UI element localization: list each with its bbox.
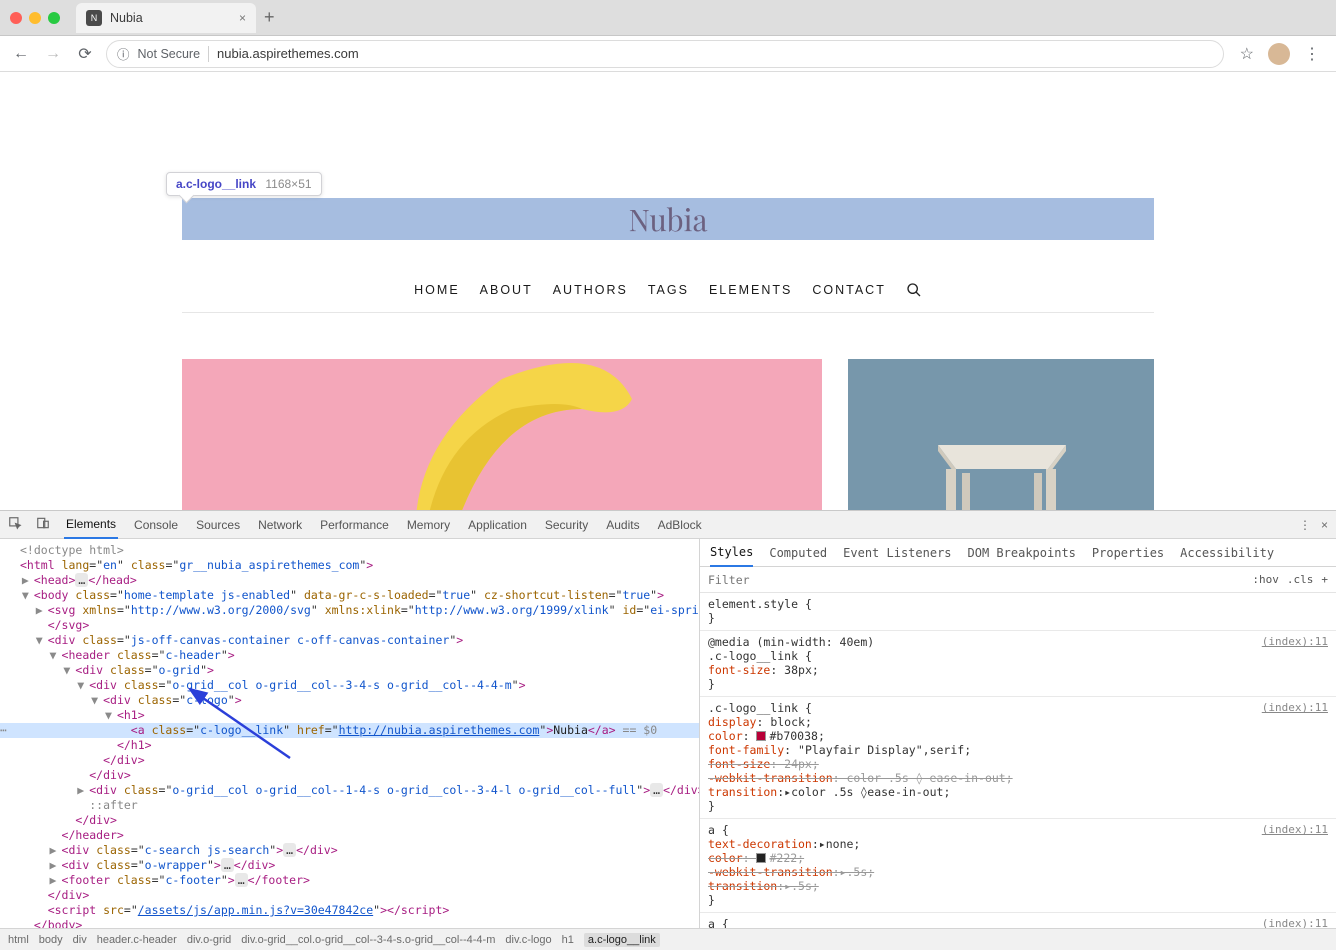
minimize-window-button[interactable] xyxy=(29,12,41,24)
breadcrumb-item[interactable]: a.c-logo__link xyxy=(584,933,660,947)
breadcrumb-item[interactable]: div.c-logo xyxy=(505,934,551,946)
devtools-menu-icon[interactable]: ⋮ xyxy=(1299,518,1311,532)
traffic-lights xyxy=(10,12,60,24)
tab-console[interactable]: Console xyxy=(132,511,180,539)
tooltip-selector: a.c-logo__link xyxy=(176,177,256,191)
tab-performance[interactable]: Performance xyxy=(318,511,391,539)
tab-audits[interactable]: Audits xyxy=(604,511,641,539)
nav-authors[interactable]: AUTHORS xyxy=(553,283,628,297)
cls-toggle[interactable]: .cls xyxy=(1287,573,1314,586)
nav-about[interactable]: ABOUT xyxy=(480,283,533,297)
bookmark-icon[interactable]: ☆ xyxy=(1240,44,1254,64)
forward-button[interactable]: → xyxy=(42,45,64,63)
inspect-element-icon[interactable] xyxy=(8,516,22,533)
site-logo: Nubia xyxy=(629,199,708,239)
styles-tab-listeners[interactable]: Event Listeners xyxy=(843,546,951,560)
tab-title: Nubia xyxy=(110,11,231,25)
tab-application[interactable]: Application xyxy=(466,511,529,539)
window-titlebar: N Nubia × + xyxy=(0,0,1336,36)
browser-menu-icon[interactable]: ⋮ xyxy=(1304,44,1320,64)
primary-nav: HOME ABOUT AUTHORS TAGS ELEMENTS CONTACT xyxy=(0,282,1336,298)
breadcrumb-item[interactable]: div.o-grid__col.o-grid__col--3-4-s.o-gri… xyxy=(241,934,495,946)
close-window-button[interactable] xyxy=(10,12,22,24)
tab-security[interactable]: Security xyxy=(543,511,590,539)
security-chip: Not Secure xyxy=(138,47,201,61)
logo-highlight[interactable]: Nubia xyxy=(182,198,1154,240)
styles-panel: Styles Computed Event Listeners DOM Brea… xyxy=(700,539,1336,928)
nav-contact[interactable]: CONTACT xyxy=(812,283,886,297)
styles-tab-breakpoints[interactable]: DOM Breakpoints xyxy=(968,546,1076,560)
styles-filter-input[interactable] xyxy=(708,573,1244,587)
device-toolbar-icon[interactable] xyxy=(36,516,50,533)
css-rules[interactable]: element.style {}(index):11@media (min-wi… xyxy=(700,593,1336,928)
back-button[interactable]: ← xyxy=(10,45,32,63)
profile-avatar[interactable] xyxy=(1268,43,1290,65)
new-tab-button[interactable]: + xyxy=(264,7,275,28)
info-icon[interactable]: ⓘ xyxy=(117,44,130,63)
dom-breadcrumbs[interactable]: html bodydiv header.c-header div.o-grid div.… xyxy=(0,928,1336,950)
devtools-tabs: Elements Console Sources Network Perform… xyxy=(0,511,1336,539)
post-card-small[interactable] xyxy=(848,359,1154,510)
tab-favicon: N xyxy=(86,10,102,26)
styles-tab-accessibility[interactable]: Accessibility xyxy=(1180,546,1274,560)
breadcrumb-item[interactable]: html xyxy=(8,934,29,946)
post-image-banana xyxy=(382,359,642,510)
breadcrumb-item[interactable]: div xyxy=(73,934,87,946)
maximize-window-button[interactable] xyxy=(48,12,60,24)
breadcrumb-item[interactable]: body xyxy=(39,934,63,946)
nav-elements[interactable]: ELEMENTS xyxy=(709,283,792,297)
tab-network[interactable]: Network xyxy=(256,511,304,539)
close-tab-icon[interactable]: × xyxy=(239,11,246,25)
url-field[interactable]: ⓘ Not Secure nubia.aspirethemes.com xyxy=(106,40,1224,68)
hov-toggle[interactable]: :hov xyxy=(1252,573,1279,586)
nav-divider xyxy=(182,312,1154,313)
browser-tab[interactable]: N Nubia × xyxy=(76,3,256,33)
tab-memory[interactable]: Memory xyxy=(405,511,452,539)
post-card-large[interactable] xyxy=(182,359,822,510)
address-bar: ← → ⟳ ⓘ Not Secure nubia.aspirethemes.co… xyxy=(0,36,1336,72)
breadcrumb-item[interactable]: div.o-grid xyxy=(187,934,231,946)
reload-button[interactable]: ⟳ xyxy=(74,44,96,64)
page-viewport: a.c-logo__link 1168×51 Nubia HOME ABOUT … xyxy=(0,72,1336,510)
devtools-panel: Elements Console Sources Network Perform… xyxy=(0,510,1336,950)
tab-elements[interactable]: Elements xyxy=(64,511,118,539)
breadcrumb-item[interactable]: header.c-header xyxy=(97,934,177,946)
styles-tab-computed[interactable]: Computed xyxy=(769,546,827,560)
inspect-tooltip: a.c-logo__link 1168×51 xyxy=(166,172,322,196)
tab-sources[interactable]: Sources xyxy=(194,511,242,539)
breadcrumb-item[interactable]: h1 xyxy=(562,934,574,946)
post-image-stool xyxy=(918,415,1086,510)
dom-tree[interactable]: <!doctype html><html lang="en" class="gr… xyxy=(0,539,700,928)
tooltip-dimensions: 1168×51 xyxy=(265,177,311,191)
styles-tab-properties[interactable]: Properties xyxy=(1092,546,1164,560)
styles-tab-styles[interactable]: Styles xyxy=(710,539,753,567)
tab-adblock[interactable]: AdBlock xyxy=(656,511,704,539)
nav-home[interactable]: HOME xyxy=(414,283,460,297)
url-text: nubia.aspirethemes.com xyxy=(217,46,359,61)
search-icon[interactable] xyxy=(906,282,922,298)
nav-tags[interactable]: TAGS xyxy=(648,283,689,297)
new-style-rule-icon[interactable]: + xyxy=(1321,573,1328,586)
devtools-close-icon[interactable]: × xyxy=(1321,518,1328,532)
